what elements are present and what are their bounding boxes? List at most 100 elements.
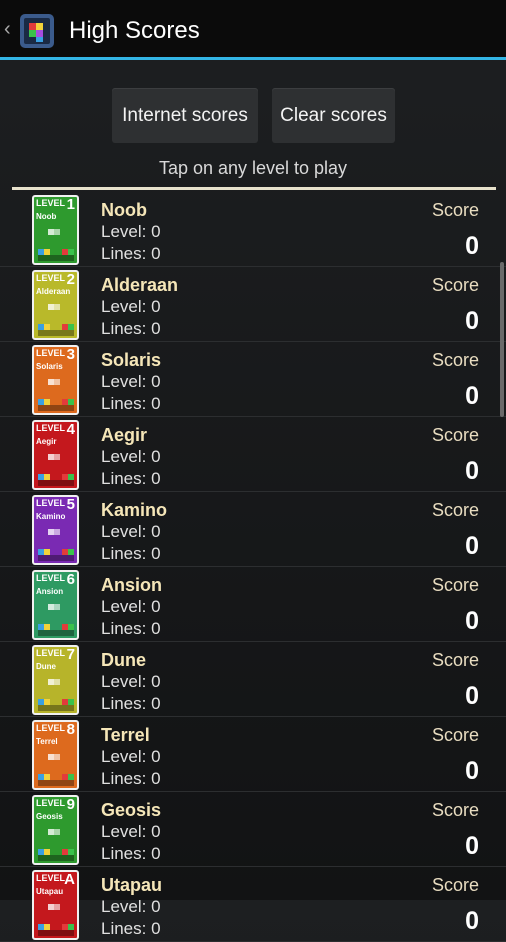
- score-label: Score: [431, 800, 479, 820]
- score-value: 0: [465, 907, 479, 935]
- tile-level-number: 6: [66, 571, 75, 588]
- chevron-left-icon[interactable]: ‹: [4, 18, 11, 41]
- level-list: LEVEL 1 Noob Noob Level: 0 Lines: 0 Scor…: [0, 192, 506, 942]
- level-value: Level: 0: [101, 747, 161, 766]
- lines-value: Lines: 0: [101, 244, 161, 263]
- level-name: Alderaan: [101, 275, 179, 295]
- score-value: 0: [465, 532, 479, 560]
- score-label: Score: [431, 350, 479, 370]
- level-art-icon: [38, 379, 74, 411]
- scrollbar[interactable]: [500, 262, 504, 417]
- level-row-4[interactable]: LEVEL 4 Aegir Aegir Level: 0 Lines: 0 Sc…: [0, 417, 506, 492]
- header-divider: [12, 187, 496, 190]
- tile-level-label: LEVEL: [36, 498, 66, 508]
- lines-value: Lines: 0: [101, 469, 161, 488]
- level-value: Level: 0: [101, 897, 161, 916]
- internet-scores-button[interactable]: Internet scores: [112, 88, 258, 143]
- lines-value: Lines: 0: [101, 694, 161, 713]
- score-value: 0: [465, 757, 479, 785]
- level-name: Noob: [101, 200, 147, 220]
- level-tile: LEVEL 4 Aegir: [32, 420, 79, 490]
- tile-level-label: LEVEL: [36, 348, 66, 358]
- tile-level-label: LEVEL: [36, 873, 66, 883]
- score-label: Score: [431, 575, 479, 595]
- level-row-3[interactable]: LEVEL 3 Solaris Solaris Level: 0 Lines: …: [0, 342, 506, 417]
- level-name: Aegir: [101, 425, 148, 445]
- level-value: Level: 0: [101, 672, 161, 691]
- tile-level-label: LEVEL: [36, 648, 66, 658]
- level-tile: LEVEL 7 Dune: [32, 645, 79, 715]
- tile-level-label: LEVEL: [36, 573, 66, 583]
- level-name: Ansion: [101, 575, 162, 595]
- level-name: Geosis: [101, 800, 162, 820]
- score-value: 0: [465, 232, 479, 260]
- score-value: 0: [465, 832, 479, 860]
- score-label: Score: [431, 650, 479, 670]
- tile-level-number: 1: [66, 196, 75, 213]
- level-value: Level: 0: [101, 447, 161, 466]
- level-tile: LEVEL 3 Solaris: [32, 345, 79, 415]
- clear-scores-button[interactable]: Clear scores: [272, 88, 395, 143]
- tile-level-label: LEVEL: [36, 423, 66, 433]
- lines-value: Lines: 0: [101, 769, 161, 788]
- level-art-icon: [38, 529, 74, 561]
- score-label: Score: [431, 200, 479, 220]
- hint-text: Tap on any level to play: [158, 158, 348, 178]
- level-tile: LEVEL 6 Ansion: [32, 570, 79, 640]
- level-tile: LEVEL 2 Alderaan: [32, 270, 79, 340]
- level-name: Dune: [101, 650, 146, 670]
- level-art-icon: [38, 604, 74, 636]
- level-row-9[interactable]: LEVEL 9 Geosis Geosis Level: 0 Lines: 0 …: [0, 792, 506, 867]
- level-value: Level: 0: [101, 222, 161, 241]
- score-label: Score: [431, 500, 479, 520]
- level-name: Solaris: [101, 350, 162, 370]
- level-art-icon: [38, 829, 74, 861]
- level-tile: LEVEL 8 Terrel: [32, 720, 79, 790]
- level-row-7[interactable]: LEVEL 7 Dune Dune Level: 0 Lines: 0 Scor…: [0, 642, 506, 717]
- tile-level-label: LEVEL: [36, 723, 66, 733]
- level-tile: LEVEL A Utapau: [32, 870, 79, 940]
- lines-value: Lines: 0: [101, 619, 161, 638]
- level-row-8[interactable]: LEVEL 8 Terrel Terrel Level: 0 Lines: 0 …: [0, 717, 506, 792]
- level-value: Level: 0: [101, 597, 161, 616]
- score-label: Score: [431, 425, 479, 445]
- level-value: Level: 0: [101, 522, 161, 541]
- score-label: Score: [431, 875, 479, 895]
- lines-value: Lines: 0: [101, 394, 161, 413]
- level-art-icon: [38, 304, 74, 336]
- level-row-6[interactable]: LEVEL 6 Ansion Ansion Level: 0 Lines: 0 …: [0, 567, 506, 642]
- tile-level-label: LEVEL: [36, 198, 66, 208]
- score-label: Score: [431, 275, 479, 295]
- tile-level-label: LEVEL: [36, 798, 66, 808]
- tile-level-number: 5: [66, 496, 75, 513]
- tile-level-number: 8: [66, 721, 75, 738]
- score-value: 0: [465, 307, 479, 335]
- level-tile: LEVEL 5 Kamino: [32, 495, 79, 565]
- level-row-A[interactable]: LEVEL A Utapau Utapau Level: 0 Lines: 0 …: [0, 867, 506, 942]
- level-name: Terrel: [101, 725, 150, 745]
- level-art-icon: [38, 904, 74, 936]
- tile-level-number: 3: [66, 346, 75, 363]
- lines-value: Lines: 0: [101, 319, 161, 338]
- score-value: 0: [465, 682, 479, 710]
- score-value: 0: [465, 607, 479, 635]
- level-row-5[interactable]: LEVEL 5 Kamino Kamino Level: 0 Lines: 0 …: [0, 492, 506, 567]
- level-tile: LEVEL 9 Geosis: [32, 795, 79, 865]
- level-art-icon: [38, 229, 74, 261]
- score-label: Score: [431, 725, 479, 745]
- tile-level-label: LEVEL: [36, 273, 66, 283]
- level-name: Utapau: [101, 875, 163, 895]
- lines-value: Lines: 0: [101, 544, 161, 563]
- level-value: Level: 0: [101, 822, 161, 841]
- level-name: Kamino: [101, 500, 168, 520]
- lines-value: Lines: 0: [101, 844, 161, 863]
- page-title: High Scores: [69, 17, 200, 44]
- level-row-1[interactable]: LEVEL 1 Noob Noob Level: 0 Lines: 0 Scor…: [0, 192, 506, 267]
- level-row-2[interactable]: LEVEL 2 Alderaan Alderaan Level: 0 Lines…: [0, 267, 506, 342]
- tile-level-number: 9: [66, 796, 75, 813]
- tetris-blocks-icon[interactable]: [20, 14, 54, 48]
- tile-level-number: 2: [66, 271, 75, 288]
- tile-level-number: 7: [66, 646, 75, 663]
- tile-level-number: 4: [66, 421, 75, 438]
- level-art-icon: [38, 679, 74, 711]
